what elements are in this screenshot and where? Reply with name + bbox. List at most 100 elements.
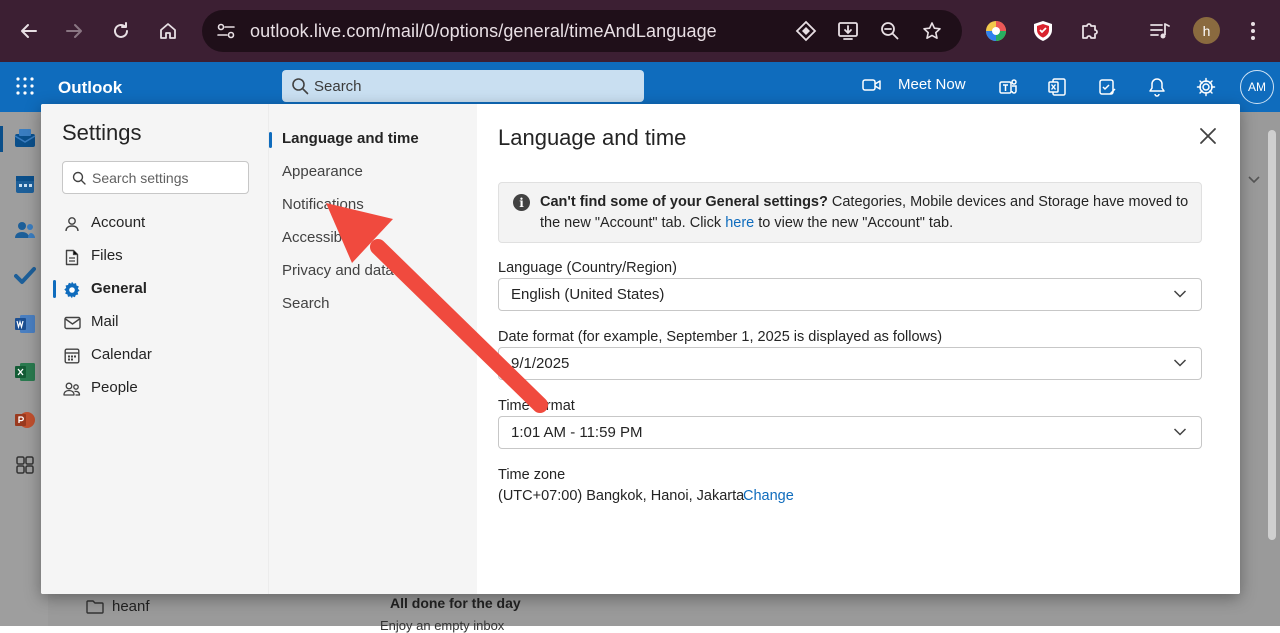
word-app-icon[interactable] — [12, 312, 38, 336]
home-icon — [160, 23, 176, 39]
subcategory-accessibility[interactable]: Accessibility — [282, 229, 364, 246]
forward-button[interactable] — [59, 14, 89, 48]
info-message: Can't find some of your General settings… — [540, 194, 1189, 231]
category-mail[interactable]: Mail — [41, 306, 269, 338]
category-label: People — [91, 379, 138, 396]
mail-icon — [63, 314, 81, 332]
info-icon: i — [513, 194, 530, 211]
search-icon — [72, 171, 86, 185]
profile-avatar[interactable]: h — [1193, 17, 1220, 44]
back-button[interactable] — [14, 14, 44, 48]
chevron-down-icon — [1173, 428, 1187, 436]
app-launcher-icon[interactable] — [14, 75, 36, 97]
reload-button[interactable] — [106, 14, 136, 48]
language-value: English (United States) — [511, 286, 665, 303]
settings-search-input[interactable]: Search settings — [62, 161, 249, 194]
excel-app-icon[interactable] — [12, 360, 38, 384]
more-apps-icon[interactable] — [12, 453, 38, 477]
shield-extension-icon[interactable] — [1028, 16, 1058, 46]
meet-now-label: Meet Now — [898, 76, 966, 93]
chevron-down-icon — [1173, 290, 1187, 298]
folder-label: heanf — [112, 598, 150, 615]
video-camera-icon — [862, 78, 881, 91]
selection-indicator — [269, 132, 272, 148]
date-format-value: 9/1/2025 — [511, 355, 570, 372]
document-icon — [63, 248, 81, 266]
zoom-icon[interactable] — [878, 20, 902, 42]
extensions-puzzle-icon[interactable] — [1075, 16, 1105, 46]
outlook-brand[interactable]: Outlook — [58, 78, 122, 98]
meet-now-button[interactable]: Meet Now — [862, 76, 966, 93]
teams-icon[interactable] — [997, 76, 1019, 98]
subcategory-search[interactable]: Search — [282, 295, 330, 312]
category-label: Files — [91, 247, 123, 264]
account-avatar[interactable]: AM — [1240, 70, 1274, 104]
category-account[interactable]: Account — [41, 207, 269, 239]
time-zone-value: (UTC+07:00) Bangkok, Hanoi, Jakarta — [498, 488, 745, 504]
color-extension-icon[interactable] — [981, 16, 1011, 46]
close-icon — [1200, 128, 1216, 144]
language-label: Language (Country/Region) — [498, 260, 677, 276]
powerpoint-app-icon[interactable] — [12, 408, 38, 432]
account-tab-link[interactable]: here — [725, 215, 754, 231]
selection-indicator — [53, 280, 56, 298]
subcategory-privacy-and-data[interactable]: Privacy and data — [282, 262, 394, 279]
people-app-icon[interactable] — [12, 218, 38, 242]
time-zone-label: Time zone — [498, 467, 566, 483]
settings-pane: Language and time i Can't find some of y… — [477, 104, 1240, 594]
info-banner: i Can't find some of your General settin… — [498, 182, 1202, 243]
ai-assistant-icon[interactable] — [794, 20, 818, 42]
language-dropdown[interactable]: English (United States) — [498, 278, 1202, 311]
address-bar[interactable]: outlook.live.com/mail/0/options/general/… — [202, 10, 962, 52]
settings-title: Settings — [62, 120, 142, 145]
background-scrollbar[interactable] — [1268, 130, 1276, 540]
date-format-dropdown[interactable]: 9/1/2025 — [498, 347, 1202, 380]
excel-icon[interactable] — [1046, 76, 1068, 98]
bell-icon[interactable] — [1146, 76, 1168, 98]
settings-search-placeholder: Search settings — [92, 170, 189, 186]
time-zone-change-link[interactable]: Change — [743, 488, 794, 504]
people-icon — [63, 380, 81, 398]
install-app-icon[interactable] — [836, 20, 860, 42]
todo-app-icon[interactable] — [12, 264, 38, 288]
gear-icon[interactable] — [1195, 76, 1217, 98]
browser-toolbar: outlook.live.com/mail/0/options/general/… — [0, 0, 1280, 62]
subcategory-language-and-time[interactable]: Language and time — [269, 130, 419, 148]
folder-item[interactable]: heanf — [86, 598, 150, 615]
browser-menu-icon[interactable] — [1238, 16, 1268, 46]
calendar-app-icon[interactable] — [12, 172, 38, 196]
home-button[interactable] — [153, 14, 183, 48]
media-controls-icon[interactable] — [1145, 16, 1175, 46]
folder-icon — [86, 599, 104, 614]
subcategory-appearance[interactable]: Appearance — [282, 163, 363, 180]
category-label: Calendar — [91, 346, 152, 363]
settings-dialog: Settings Search settings Account Files G… — [41, 104, 1240, 594]
subcategory-notifications[interactable]: Notifications — [282, 196, 364, 213]
search-placeholder: Search — [314, 78, 362, 95]
category-label: Account — [91, 214, 146, 231]
my-day-icon[interactable] — [1096, 76, 1118, 98]
time-format-value: 1:01 AM - 11:59 PM — [511, 424, 643, 441]
mail-search-input[interactable]: Search — [282, 70, 644, 102]
calendar-icon — [63, 347, 81, 365]
category-calendar[interactable]: Calendar — [41, 339, 269, 371]
category-label: General — [91, 280, 147, 297]
person-icon — [63, 215, 81, 233]
settings-subcategories: Language and time Appearance Notificatio… — [269, 104, 477, 594]
chevron-down-icon — [1173, 359, 1187, 367]
site-info-icon[interactable] — [214, 20, 238, 42]
time-format-dropdown[interactable]: 1:01 AM - 11:59 PM — [498, 416, 1202, 449]
category-label: Mail — [91, 313, 119, 330]
mail-app-icon[interactable] — [12, 126, 38, 150]
back-arrow-icon — [21, 24, 37, 38]
close-button[interactable] — [1196, 124, 1220, 148]
category-general[interactable]: General — [41, 273, 269, 305]
category-people[interactable]: People — [41, 372, 269, 404]
pane-title: Language and time — [498, 125, 687, 150]
forward-arrow-icon — [66, 24, 82, 38]
category-files[interactable]: Files — [41, 240, 269, 272]
empty-inbox-title: All done for the day — [390, 595, 521, 611]
time-format-label: Time format — [498, 398, 575, 414]
bookmark-star-icon[interactable] — [920, 20, 944, 42]
settings-categories: Settings Search settings Account Files G… — [41, 104, 269, 594]
